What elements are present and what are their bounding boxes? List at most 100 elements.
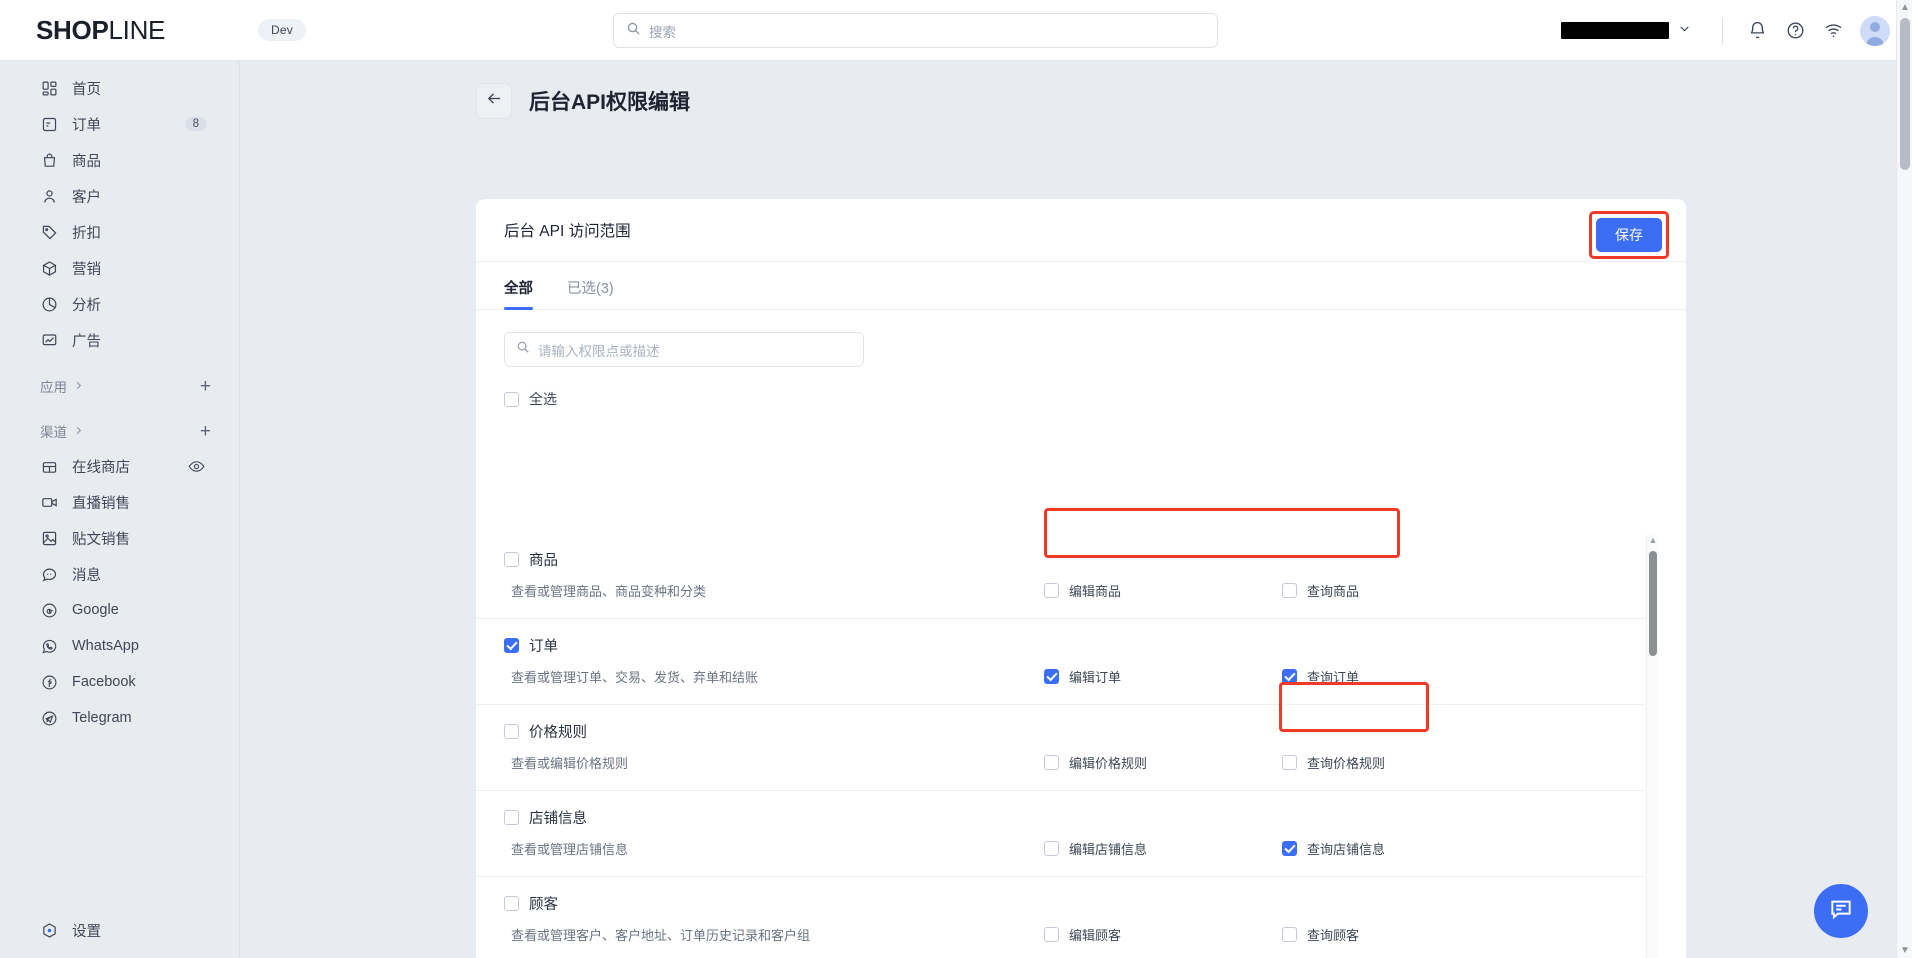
sidebar-item-google[interactable]: Google <box>12 592 227 628</box>
permission-view-checkbox[interactable] <box>1282 927 1297 942</box>
select-all-checkbox[interactable] <box>504 391 519 407</box>
permission-edit-checkbox[interactable] <box>1044 669 1059 684</box>
eye-icon[interactable] <box>188 458 205 475</box>
sidebar-item-home[interactable]: 首页 <box>12 70 227 106</box>
permission-filter-input[interactable]: 请输入权限点或描述 <box>504 332 864 367</box>
permission-group-header[interactable]: 顾客 <box>504 893 1656 914</box>
sidebar-item-messages[interactable]: 消息 <box>12 556 227 592</box>
page-scroll-down-arrow-icon[interactable]: ▼ <box>1897 945 1912 956</box>
scroll-up-arrow-icon[interactable]: ▲ <box>1648 535 1658 545</box>
table-row: 订单 查看或管理订单、交易、发货、弃单和结账 编辑订单 查询订单 <box>476 619 1656 705</box>
permission-view-checkbox[interactable] <box>1282 755 1297 770</box>
topbar-divider <box>1722 17 1723 44</box>
page-scrollbar[interactable]: ▲ ▼ <box>1896 0 1912 958</box>
topbar-right-cluster <box>1561 0 1890 61</box>
permission-group-body: 查看或管理客户、客户地址、订单历史记录和客户组 编辑顾客 查询顾客 <box>504 925 1656 944</box>
permission-edit-action[interactable]: 编辑价格规则 <box>1044 753 1282 772</box>
global-search-input[interactable]: 搜索 <box>613 13 1218 48</box>
sidebar-item-label: Telegram <box>72 710 132 726</box>
sidebar-item-customers[interactable]: 客户 <box>12 178 227 214</box>
permission-view-action[interactable]: 查询价格规则 <box>1282 753 1520 772</box>
permission-group-body: 查看或管理店铺信息 编辑店铺信息 查询店铺信息 <box>504 839 1656 858</box>
permission-edit-checkbox[interactable] <box>1044 583 1059 598</box>
bell-icon[interactable] <box>1738 12 1776 50</box>
permission-list-scroll-thumb[interactable] <box>1649 551 1657 656</box>
page-scroll-up-arrow-icon[interactable]: ▲ <box>1897 2 1912 13</box>
permission-edit-action[interactable]: 编辑店铺信息 <box>1044 839 1282 858</box>
permission-group-header[interactable]: 店铺信息 <box>504 807 1656 828</box>
help-circle-icon[interactable] <box>1776 12 1814 50</box>
sidebar-item-label: 折扣 <box>72 225 101 242</box>
permission-description: 查看或管理商品、商品变种和分类 <box>511 584 707 599</box>
permission-group-checkbox[interactable] <box>504 896 519 911</box>
sidebar-item-ads[interactable]: 广告 <box>12 322 227 358</box>
main-content: 后台API权限编辑 后台 API 访问范围 保存 全部 已选(3) 请输入权限点… <box>240 61 1912 958</box>
sidebar-item-discount[interactable]: 折扣 <box>12 214 227 250</box>
select-all-row[interactable]: 全选 <box>476 367 1686 409</box>
sidebar-item-label: 广告 <box>72 333 101 350</box>
tab-selected[interactable]: 已选(3) <box>567 277 614 309</box>
permission-group-header[interactable]: 商品 <box>504 549 1656 570</box>
sidebar-item-marketing[interactable]: 营销 <box>12 250 227 286</box>
permission-view-checkbox[interactable] <box>1282 583 1297 598</box>
permission-group-checkbox[interactable] <box>504 810 519 825</box>
api-scope-card: 后台 API 访问范围 保存 全部 已选(3) 请输入权限点或描述 全选 商品 … <box>476 199 1686 958</box>
tab-all[interactable]: 全部 <box>504 277 533 310</box>
wifi-icon[interactable] <box>1814 12 1852 50</box>
permission-view-action[interactable]: 查询订单 <box>1282 667 1520 686</box>
sidebar-item-products[interactable]: 商品 <box>12 142 227 178</box>
sidebar-item-label: Google <box>72 602 119 618</box>
table-row: 价格规则 查看或编辑价格规则 编辑价格规则 查询价格规则 <box>476 705 1656 791</box>
save-button[interactable]: 保存 <box>1596 218 1662 252</box>
permission-view-action[interactable]: 查询顾客 <box>1282 925 1520 944</box>
permission-view-action[interactable]: 查询商品 <box>1282 581 1520 600</box>
chevron-down-icon <box>1678 22 1691 40</box>
brand-logo[interactable]: SHOPLINE <box>0 15 240 46</box>
sidebar-item-live-sales[interactable]: 直播销售 <box>12 484 227 520</box>
back-button[interactable] <box>476 83 512 119</box>
analytics-icon <box>40 295 59 314</box>
add-channel-button[interactable]: + <box>200 422 211 441</box>
sidebar-item-label: 营销 <box>72 261 101 278</box>
permission-group-checkbox[interactable] <box>504 724 519 739</box>
page-title: 后台API权限编辑 <box>529 91 691 114</box>
permission-view-label: 查询订单 <box>1307 670 1360 685</box>
page-scroll-thumb[interactable] <box>1900 18 1910 170</box>
avatar[interactable] <box>1860 15 1890 46</box>
sidebar-item-label: WhatsApp <box>72 638 139 654</box>
chat-support-button[interactable] <box>1814 884 1868 938</box>
sidebar-item-settings[interactable]: 设置 <box>12 912 228 948</box>
permission-view-checkbox[interactable] <box>1282 841 1297 856</box>
sidebar-section-channels[interactable]: 渠道 + <box>12 414 227 448</box>
permission-list: 商品 查看或管理商品、商品变种和分类 编辑商品 查询商品 订单 查看或管理订单、… <box>476 533 1656 958</box>
sidebar-item-whatsapp[interactable]: WhatsApp <box>12 628 227 664</box>
search-icon <box>516 340 530 359</box>
sidebar-item-telegram[interactable]: Telegram <box>12 700 227 736</box>
permission-group-checkbox[interactable] <box>504 638 519 653</box>
sidebar-section-apps[interactable]: 应用 + <box>12 369 227 403</box>
permission-edit-action[interactable]: 编辑顾客 <box>1044 925 1282 944</box>
permission-edit-checkbox[interactable] <box>1044 755 1059 770</box>
permission-edit-checkbox[interactable] <box>1044 841 1059 856</box>
permission-group-checkbox[interactable] <box>504 552 519 567</box>
permission-list-scrollbar[interactable]: ▲ ▼ <box>1646 535 1658 958</box>
permission-group-header[interactable]: 订单 <box>504 635 1656 656</box>
sidebar-item-facebook[interactable]: Facebook <box>12 664 227 700</box>
permission-edit-checkbox[interactable] <box>1044 927 1059 942</box>
ads-icon <box>40 331 59 350</box>
marketing-icon <box>40 259 59 278</box>
sidebar-item-analytics[interactable]: 分析 <box>12 286 227 322</box>
permission-view-checkbox[interactable] <box>1282 669 1297 684</box>
permission-view-action[interactable]: 查询店铺信息 <box>1282 839 1520 858</box>
permission-view-label: 查询商品 <box>1307 584 1360 599</box>
sidebar-item-orders[interactable]: 订单 8 <box>12 106 227 142</box>
permission-group-name: 顾客 <box>529 897 558 913</box>
permission-edit-action[interactable]: 编辑订单 <box>1044 667 1282 686</box>
add-app-button[interactable]: + <box>200 377 211 396</box>
permission-edit-label: 编辑店铺信息 <box>1069 842 1148 857</box>
sidebar-item-post-sales[interactable]: 贴文销售 <box>12 520 227 556</box>
permission-group-header[interactable]: 价格规则 <box>504 721 1656 742</box>
permission-edit-action[interactable]: 编辑商品 <box>1044 581 1282 600</box>
store-switcher[interactable] <box>1561 22 1691 40</box>
sidebar-item-online-store[interactable]: 在线商店 <box>12 448 227 484</box>
